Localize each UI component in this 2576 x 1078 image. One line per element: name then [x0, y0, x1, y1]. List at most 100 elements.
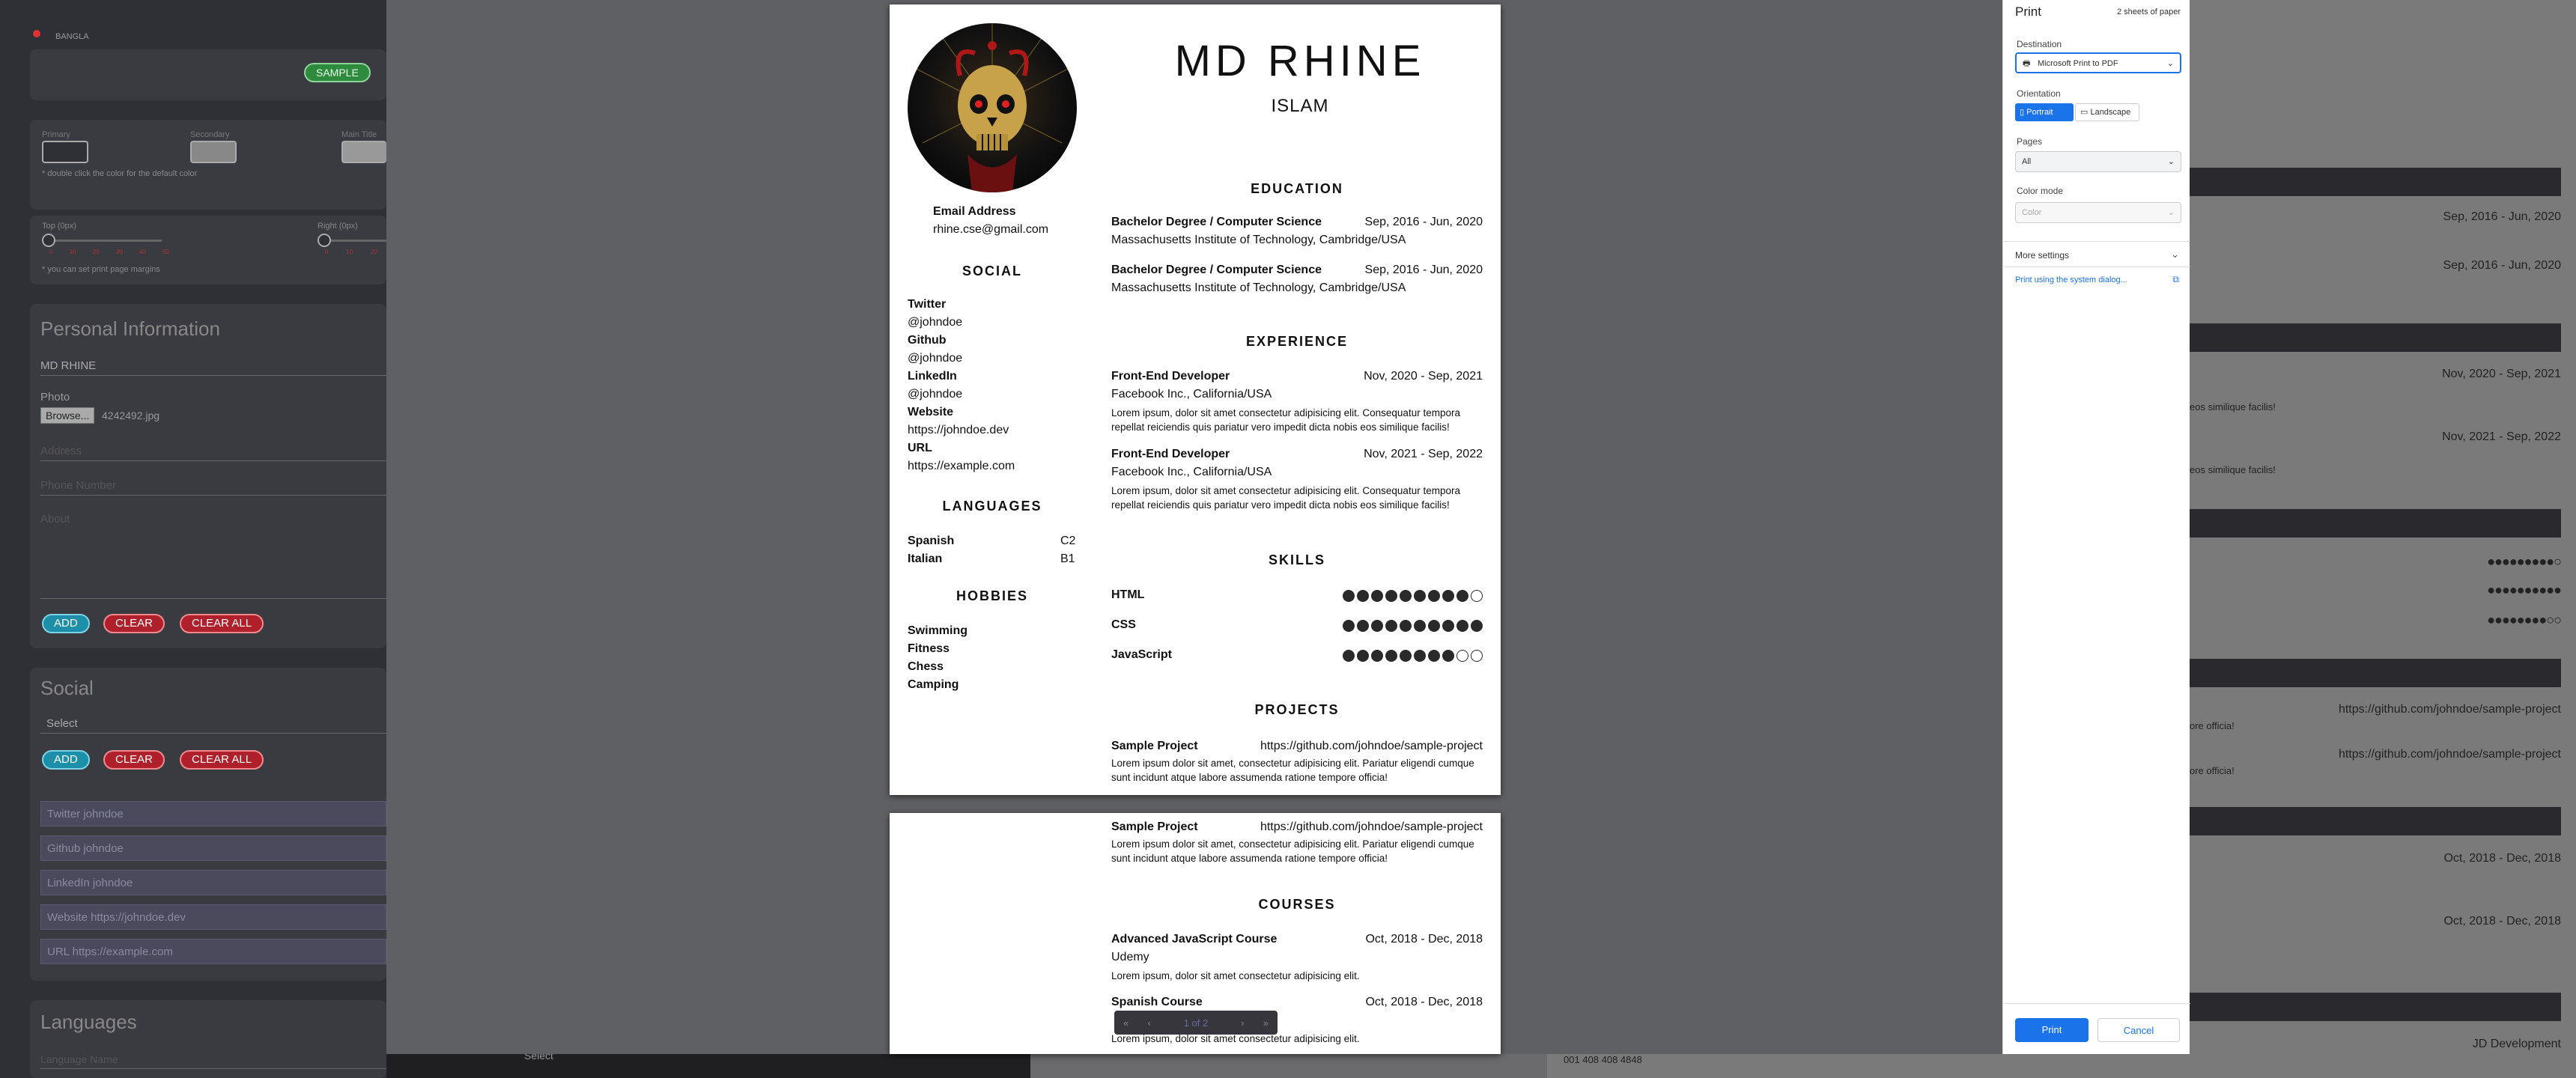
social-key: LinkedIn	[908, 370, 957, 383]
bg-section-bar	[2190, 807, 2561, 835]
next-page-button[interactable]: ›	[1231, 1017, 1254, 1029]
exp-description: Lorem ipsum, dolor sit amet consectetur …	[1111, 485, 1460, 511]
skill-name: CSS	[1111, 618, 1136, 631]
printer-icon: 🖶	[2023, 59, 2031, 68]
languages-title: Languages	[40, 1011, 137, 1033]
skill-rating	[1343, 650, 1483, 662]
top-margin-slider[interactable]	[49, 240, 162, 242]
email-value: rhine.cse@gmail.com	[933, 223, 1049, 236]
hobby: Camping	[908, 678, 959, 691]
social-item[interactable]: Github johndoe	[40, 835, 386, 861]
bg-date: Sep, 2016 - Jun, 2020	[2443, 259, 2561, 272]
skill-dot-filled	[1428, 650, 1440, 662]
skill-dot-empty	[1471, 590, 1483, 602]
exp-company: Facebook Inc., California/USA	[1111, 388, 1272, 401]
social-clear-button[interactable]: CLEAR	[103, 750, 165, 770]
course-name: Advanced JavaScript Course	[1111, 933, 1278, 945]
social-item[interactable]: LinkedIn johndoe	[40, 870, 386, 895]
bg-fragment: ore officia!	[2190, 765, 2235, 776]
bg-link: https://github.com/johndoe/sample-projec…	[2338, 748, 2561, 761]
bg-date: Oct, 2018 - Dec, 2018	[2443, 852, 2561, 865]
personal-clear-button[interactable]: CLEAR	[103, 614, 165, 633]
chevron-down-icon[interactable]: ⌄	[2171, 249, 2179, 261]
projects-heading: PROJECTS	[1254, 702, 1340, 717]
landscape-icon: ▭	[2080, 108, 2091, 117]
pages-select[interactable]: All ⌄	[2015, 151, 2181, 172]
prev-page-button[interactable]: ‹	[1137, 1017, 1161, 1029]
sample-button[interactable]: SAMPLE	[304, 63, 371, 82]
chevron-down-icon: ⌄	[2166, 59, 2174, 68]
edu-degree: Bachelor Degree / Computer Science	[1111, 264, 1322, 276]
skills-heading: SKILLS	[1268, 552, 1325, 567]
top-margin-ticks: 0 10 20 30 40 50	[49, 249, 169, 255]
language-name-field[interactable]: Language Name	[40, 1050, 386, 1069]
print-button[interactable]: Print	[2015, 1018, 2089, 1042]
social-item[interactable]: Website https://johndoe.dev	[40, 904, 386, 930]
margins-hint: * you can set print page margins	[42, 265, 160, 274]
external-link-icon: ⧉	[2172, 274, 2179, 284]
social-key: Website	[908, 406, 954, 418]
first-page-button[interactable]: «	[1114, 1017, 1137, 1029]
social-clear-all-button[interactable]: CLEAR ALL	[180, 750, 264, 770]
address-field[interactable]: Address	[40, 442, 386, 461]
social-add-button[interactable]: ADD	[42, 750, 90, 770]
bg-section-bar	[2190, 168, 2561, 196]
social-key: Twitter	[908, 298, 947, 311]
destination-select[interactable]: 🖶 Microsoft Print to PDF ⌄	[2015, 52, 2181, 73]
last-page-button[interactable]: »	[1254, 1017, 1278, 1029]
color-mode-select[interactable]: Color ⌄	[2015, 202, 2181, 223]
about-field[interactable]: About	[40, 509, 386, 599]
sample-card: SAMPLE	[30, 49, 386, 100]
name-field[interactable]: MD RHINE	[40, 356, 386, 376]
cancel-button[interactable]: Cancel	[2097, 1018, 2180, 1042]
exp-company: Facebook Inc., California/USA	[1111, 466, 1272, 478]
main-title-color-swatch[interactable]	[341, 141, 386, 163]
course-date: Oct, 2018 - Dec, 2018	[1365, 933, 1483, 945]
bg-link: https://github.com/johndoe/sample-projec…	[2338, 703, 2561, 716]
preview-page-1: MD RHINE ISLAM Email Address rhine.cse@g…	[890, 4, 1501, 795]
top-margin-thumb[interactable]	[42, 234, 55, 247]
language-name: Italian	[908, 552, 943, 565]
project-description: Lorem ipsum dolor sit amet, consectetur …	[1111, 838, 1474, 864]
social-item[interactable]: URL https://example.com	[40, 939, 386, 964]
bg-footer-text: JD Development	[2472, 1038, 2561, 1050]
edu-degree: Bachelor Degree / Computer Science	[1111, 216, 1322, 228]
divider	[2003, 1003, 2190, 1004]
skill-dot-filled	[1400, 590, 1412, 602]
skill-rating	[1343, 590, 1483, 602]
skill-dot-filled	[1357, 590, 1369, 602]
phone-field[interactable]: Phone Number	[40, 476, 386, 496]
language-toggle[interactable]: BANGLA	[55, 32, 89, 41]
personal-clear-all-button[interactable]: CLEAR ALL	[180, 614, 264, 633]
skill-dot-filled	[1400, 650, 1412, 662]
top-margin-label: Top (0px)	[42, 222, 76, 231]
primary-color-swatch[interactable]	[42, 141, 88, 163]
skill-dot-filled	[1471, 620, 1483, 632]
landscape-option[interactable]: ▭ Landscape	[2075, 103, 2139, 121]
right-margin-slider[interactable]	[325, 240, 386, 242]
browse-button[interactable]: Browse...	[40, 407, 95, 424]
bg-section-bar	[2190, 509, 2561, 538]
right-margin-thumb[interactable]	[318, 234, 331, 247]
course-description: Lorem ipsum, dolor sit amet consectetur …	[1111, 970, 1360, 981]
personal-add-button[interactable]: ADD	[42, 614, 90, 633]
bg-date: Nov, 2021 - Sep, 2022	[2442, 430, 2561, 443]
destination-label: Destination	[2017, 39, 2062, 49]
experience-heading: EXPERIENCE	[1245, 334, 1349, 349]
language-level: C2	[1060, 535, 1076, 547]
bg-fragment: eos similique facilis!	[2190, 401, 2276, 412]
project-description: Lorem ipsum dolor sit amet, consectetur …	[1111, 758, 1474, 783]
social-item[interactable]: Twitter johndoe	[40, 801, 386, 826]
social-value: @johndoe	[908, 352, 963, 365]
secondary-color-swatch[interactable]	[190, 141, 237, 163]
toggle-dot[interactable]	[33, 30, 40, 37]
social-select[interactable]: Select	[40, 714, 386, 734]
more-settings-toggle[interactable]: More settings	[2015, 250, 2069, 261]
edu-school: Massachusetts Institute of Technology, C…	[1111, 281, 1406, 294]
bg-date: Oct, 2018 - Dec, 2018	[2443, 915, 2561, 928]
system-dialog-link[interactable]: Print using the system dialog...	[2015, 275, 2127, 284]
skill-dot-empty	[1471, 650, 1483, 662]
portrait-option[interactable]: ▯ Portrait	[2015, 103, 2074, 121]
skill-dot-filled	[1400, 620, 1412, 632]
bg-section-bar	[2190, 993, 2561, 1021]
